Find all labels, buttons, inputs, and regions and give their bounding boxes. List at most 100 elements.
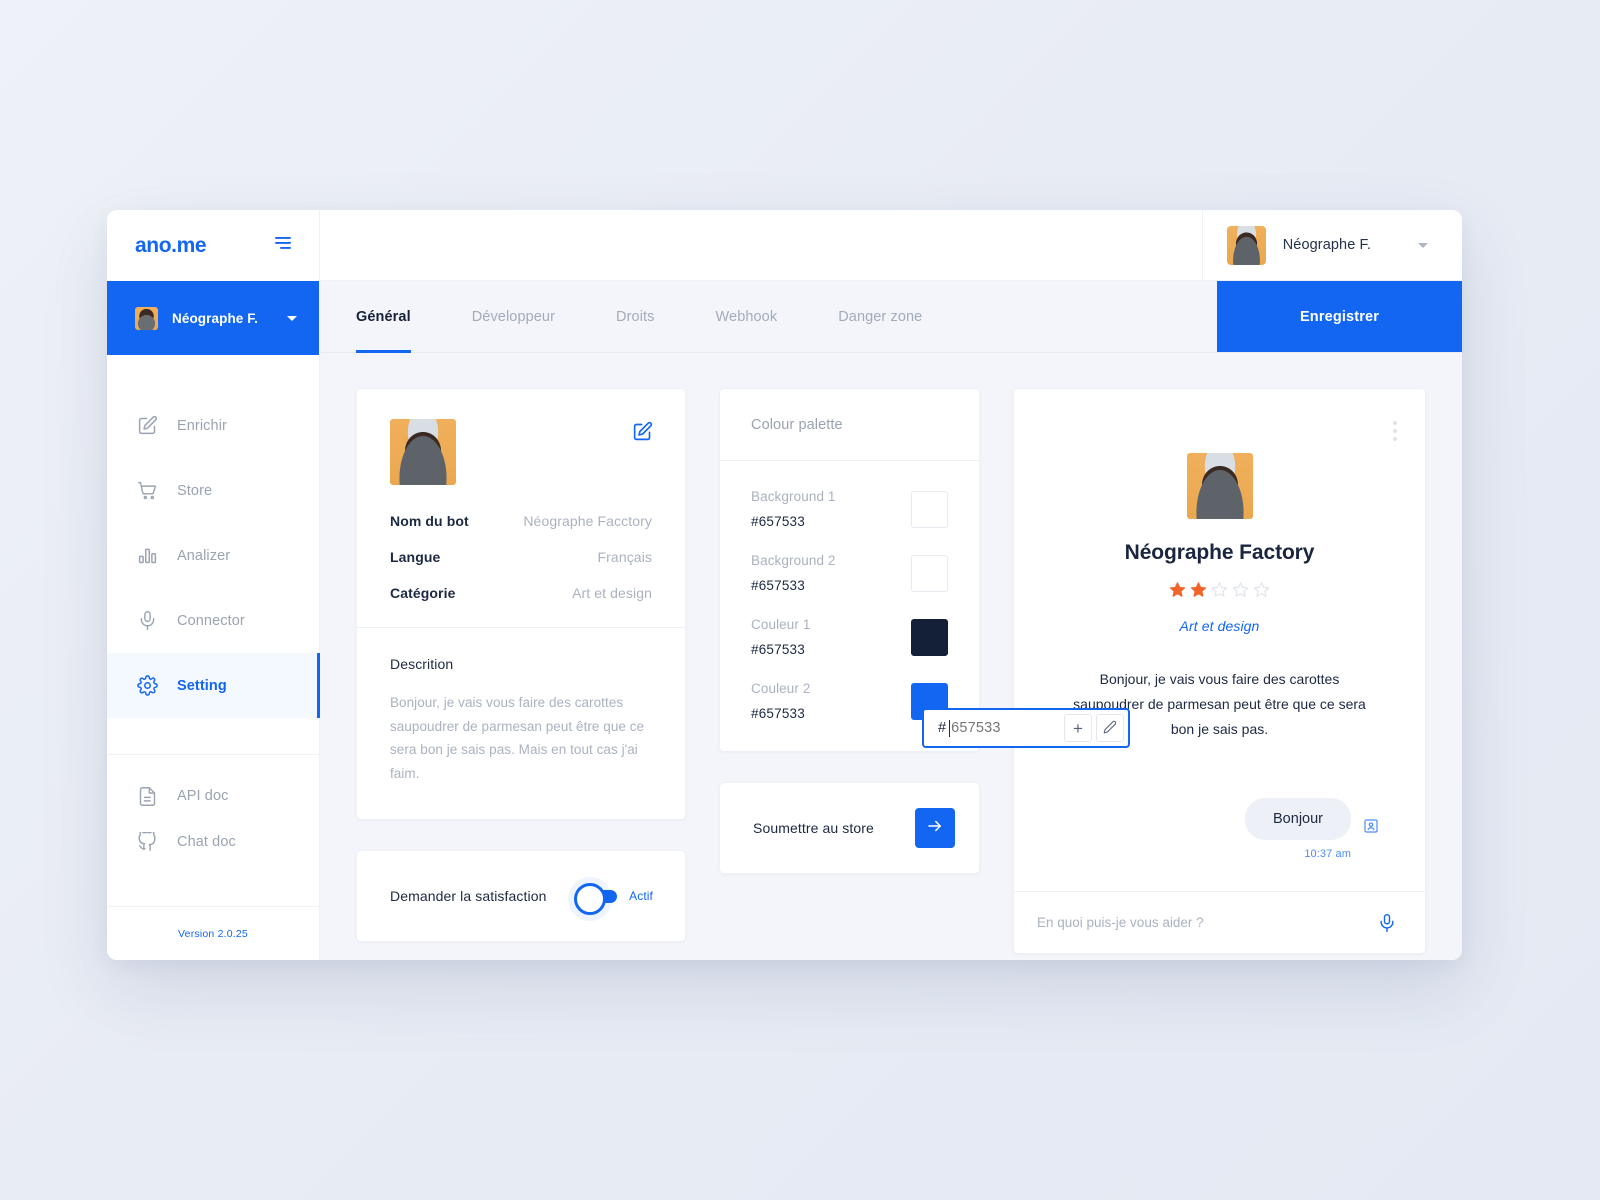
satisfaction-toggle-wrap: Actif	[574, 883, 653, 915]
info-row-langue: Langue Français	[390, 549, 652, 565]
swatch-hex[interactable]: #657533	[751, 706, 810, 721]
hash-prefix: #	[938, 720, 947, 736]
pencil-icon	[1103, 720, 1117, 737]
description-block: Descrition Bonjour, je vais vous faire d…	[357, 628, 685, 819]
add-colour-button[interactable]: +	[1064, 714, 1092, 742]
color-hex-input-popover[interactable]: # +	[922, 708, 1130, 748]
star-icon-empty[interactable]	[1253, 581, 1270, 603]
preview-user-message-row: Bonjour 10:37 am	[1060, 798, 1379, 860]
swatch-chip[interactable]	[911, 619, 948, 656]
topbar: Néographe F.	[320, 210, 1462, 281]
description-title: Descrition	[390, 656, 454, 672]
palette-title: Colour palette	[751, 416, 843, 433]
preview-chat-input[interactable]	[1037, 915, 1377, 930]
preview-message-time: 10:37 am	[1304, 848, 1351, 860]
bar-chart-icon	[137, 545, 158, 566]
sidebar-item-label: Enrichir	[177, 417, 227, 434]
rating-stars[interactable]	[1169, 581, 1270, 603]
color-hex-input[interactable]	[951, 720, 1060, 736]
swatch-chip[interactable]	[911, 491, 948, 528]
swatch-hex[interactable]: #657533	[751, 578, 836, 593]
info-row-categorie: Catégorie Art et design	[390, 585, 652, 601]
microphone-icon[interactable]	[1377, 913, 1397, 933]
sidebar-item-enrichir[interactable]: Enrichir	[107, 393, 319, 458]
info-value[interactable]: Art et design	[572, 585, 652, 601]
sidebar-item-label: Connector	[177, 612, 245, 629]
save-button[interactable]: Enregistrer	[1217, 281, 1462, 352]
preview-user-bubble-wrap: Bonjour 10:37 am	[1245, 798, 1351, 860]
avatar	[135, 306, 158, 330]
preview-bot-name: Néographe Factory	[1124, 541, 1315, 564]
colour-picker-button[interactable]	[1096, 714, 1124, 742]
description-text[interactable]: Bonjour, je vais vous faire des carottes…	[390, 691, 652, 785]
tab-general[interactable]: Général	[356, 281, 444, 353]
star-icon-filled[interactable]	[1169, 581, 1186, 603]
sidebar-nav-secondary: API doc Chat doc	[107, 755, 319, 865]
sidebar-item-api-doc[interactable]: API doc	[107, 773, 319, 819]
sidebar-account-switcher[interactable]: Néographe F.	[107, 281, 319, 355]
sidebar-item-label: Setting	[177, 677, 227, 694]
info-row-nom-du-bot: Nom du bot Néographe Facctory	[390, 513, 652, 529]
dot	[1393, 429, 1397, 433]
chevron-down-icon	[1418, 242, 1428, 248]
tab-droits[interactable]: Droits	[616, 281, 687, 353]
edit-profile-button[interactable]	[632, 421, 653, 442]
bot-preview-card: Néographe Factory Art et design Bonjour,…	[1013, 388, 1426, 954]
swatch-row-couleur-2: Couleur 2 #657533	[751, 681, 948, 721]
sidebar-item-analizer[interactable]: Analizer	[107, 523, 319, 588]
swatch-name: Background 2	[751, 553, 836, 568]
sidebar-item-setting[interactable]: Setting	[107, 653, 320, 718]
edit-square-icon	[137, 415, 158, 436]
submit-to-store-button[interactable]	[915, 808, 955, 848]
sidebar-item-label: API doc	[177, 788, 229, 804]
tabs-bar: Général Développeur Droits Webhook Dange…	[320, 281, 1462, 353]
swatch-hex[interactable]: #657533	[751, 642, 810, 657]
sidebar-item-connector[interactable]: Connector	[107, 588, 319, 653]
swatch-texts: Couleur 2 #657533	[751, 681, 810, 721]
preview-bot-category[interactable]: Art et design	[1180, 618, 1260, 634]
swatch-chip[interactable]	[911, 555, 948, 592]
star-icon-empty[interactable]	[1232, 581, 1249, 603]
sidebar: ano.me Néographe F. Enrichir Store Anali…	[107, 210, 320, 960]
info-value[interactable]: Néographe Facctory	[523, 513, 652, 529]
more-vertical-icon[interactable]	[1389, 417, 1401, 445]
palette-header: Colour palette	[720, 389, 979, 461]
tab-developpeur[interactable]: Développeur	[472, 281, 588, 353]
hamburger-icon[interactable]	[273, 235, 293, 256]
sidebar-item-store[interactable]: Store	[107, 458, 319, 523]
swatch-row-background-1: Background 1 #657533	[751, 489, 948, 529]
microphone-icon	[137, 610, 158, 631]
swatch-row-couleur-1: Couleur 1 #657533	[751, 617, 948, 657]
user-name-label: Néographe F.	[1282, 237, 1371, 253]
contact-card-icon[interactable]	[1363, 818, 1379, 834]
sidebar-footer: Version 2.0.25	[107, 906, 319, 960]
swatch-texts: Background 1 #657533	[751, 489, 836, 529]
preview-bot-avatar	[1186, 453, 1253, 519]
satisfaction-toggle[interactable]	[574, 883, 618, 915]
star-icon-filled[interactable]	[1190, 581, 1207, 603]
info-value[interactable]: Français	[598, 549, 652, 565]
chevron-down-icon	[287, 315, 297, 321]
swatch-texts: Couleur 1 #657533	[751, 617, 810, 657]
star-icon-empty[interactable]	[1211, 581, 1228, 603]
avatar	[1226, 225, 1266, 265]
version-label: Version 2.0.25	[178, 927, 248, 940]
info-key: Langue	[390, 549, 441, 565]
tab-danger-zone[interactable]: Danger zone	[838, 281, 955, 353]
app-logo[interactable]: ano.me	[135, 234, 207, 258]
sidebar-brand-row: ano.me	[107, 210, 319, 281]
tab-list: Général Développeur Droits Webhook Dange…	[320, 281, 1217, 353]
bot-profile-card: Nom du bot Néographe Facctory Langue Fra…	[356, 388, 686, 820]
content-area: Nom du bot Néographe Facctory Langue Fra…	[320, 353, 1462, 960]
gear-icon	[137, 675, 158, 696]
arrow-right-icon	[926, 817, 944, 840]
info-key: Nom du bot	[390, 513, 469, 529]
sidebar-item-chat-doc[interactable]: Chat doc	[107, 819, 319, 865]
swatch-texts: Background 2 #657533	[751, 553, 836, 593]
user-menu[interactable]: Néographe F.	[1201, 210, 1462, 281]
tab-webhook[interactable]: Webhook	[716, 281, 811, 353]
text-caret	[949, 719, 951, 737]
swatch-hex[interactable]: #657533	[751, 514, 836, 529]
toggle-state-label: Actif	[629, 889, 653, 903]
